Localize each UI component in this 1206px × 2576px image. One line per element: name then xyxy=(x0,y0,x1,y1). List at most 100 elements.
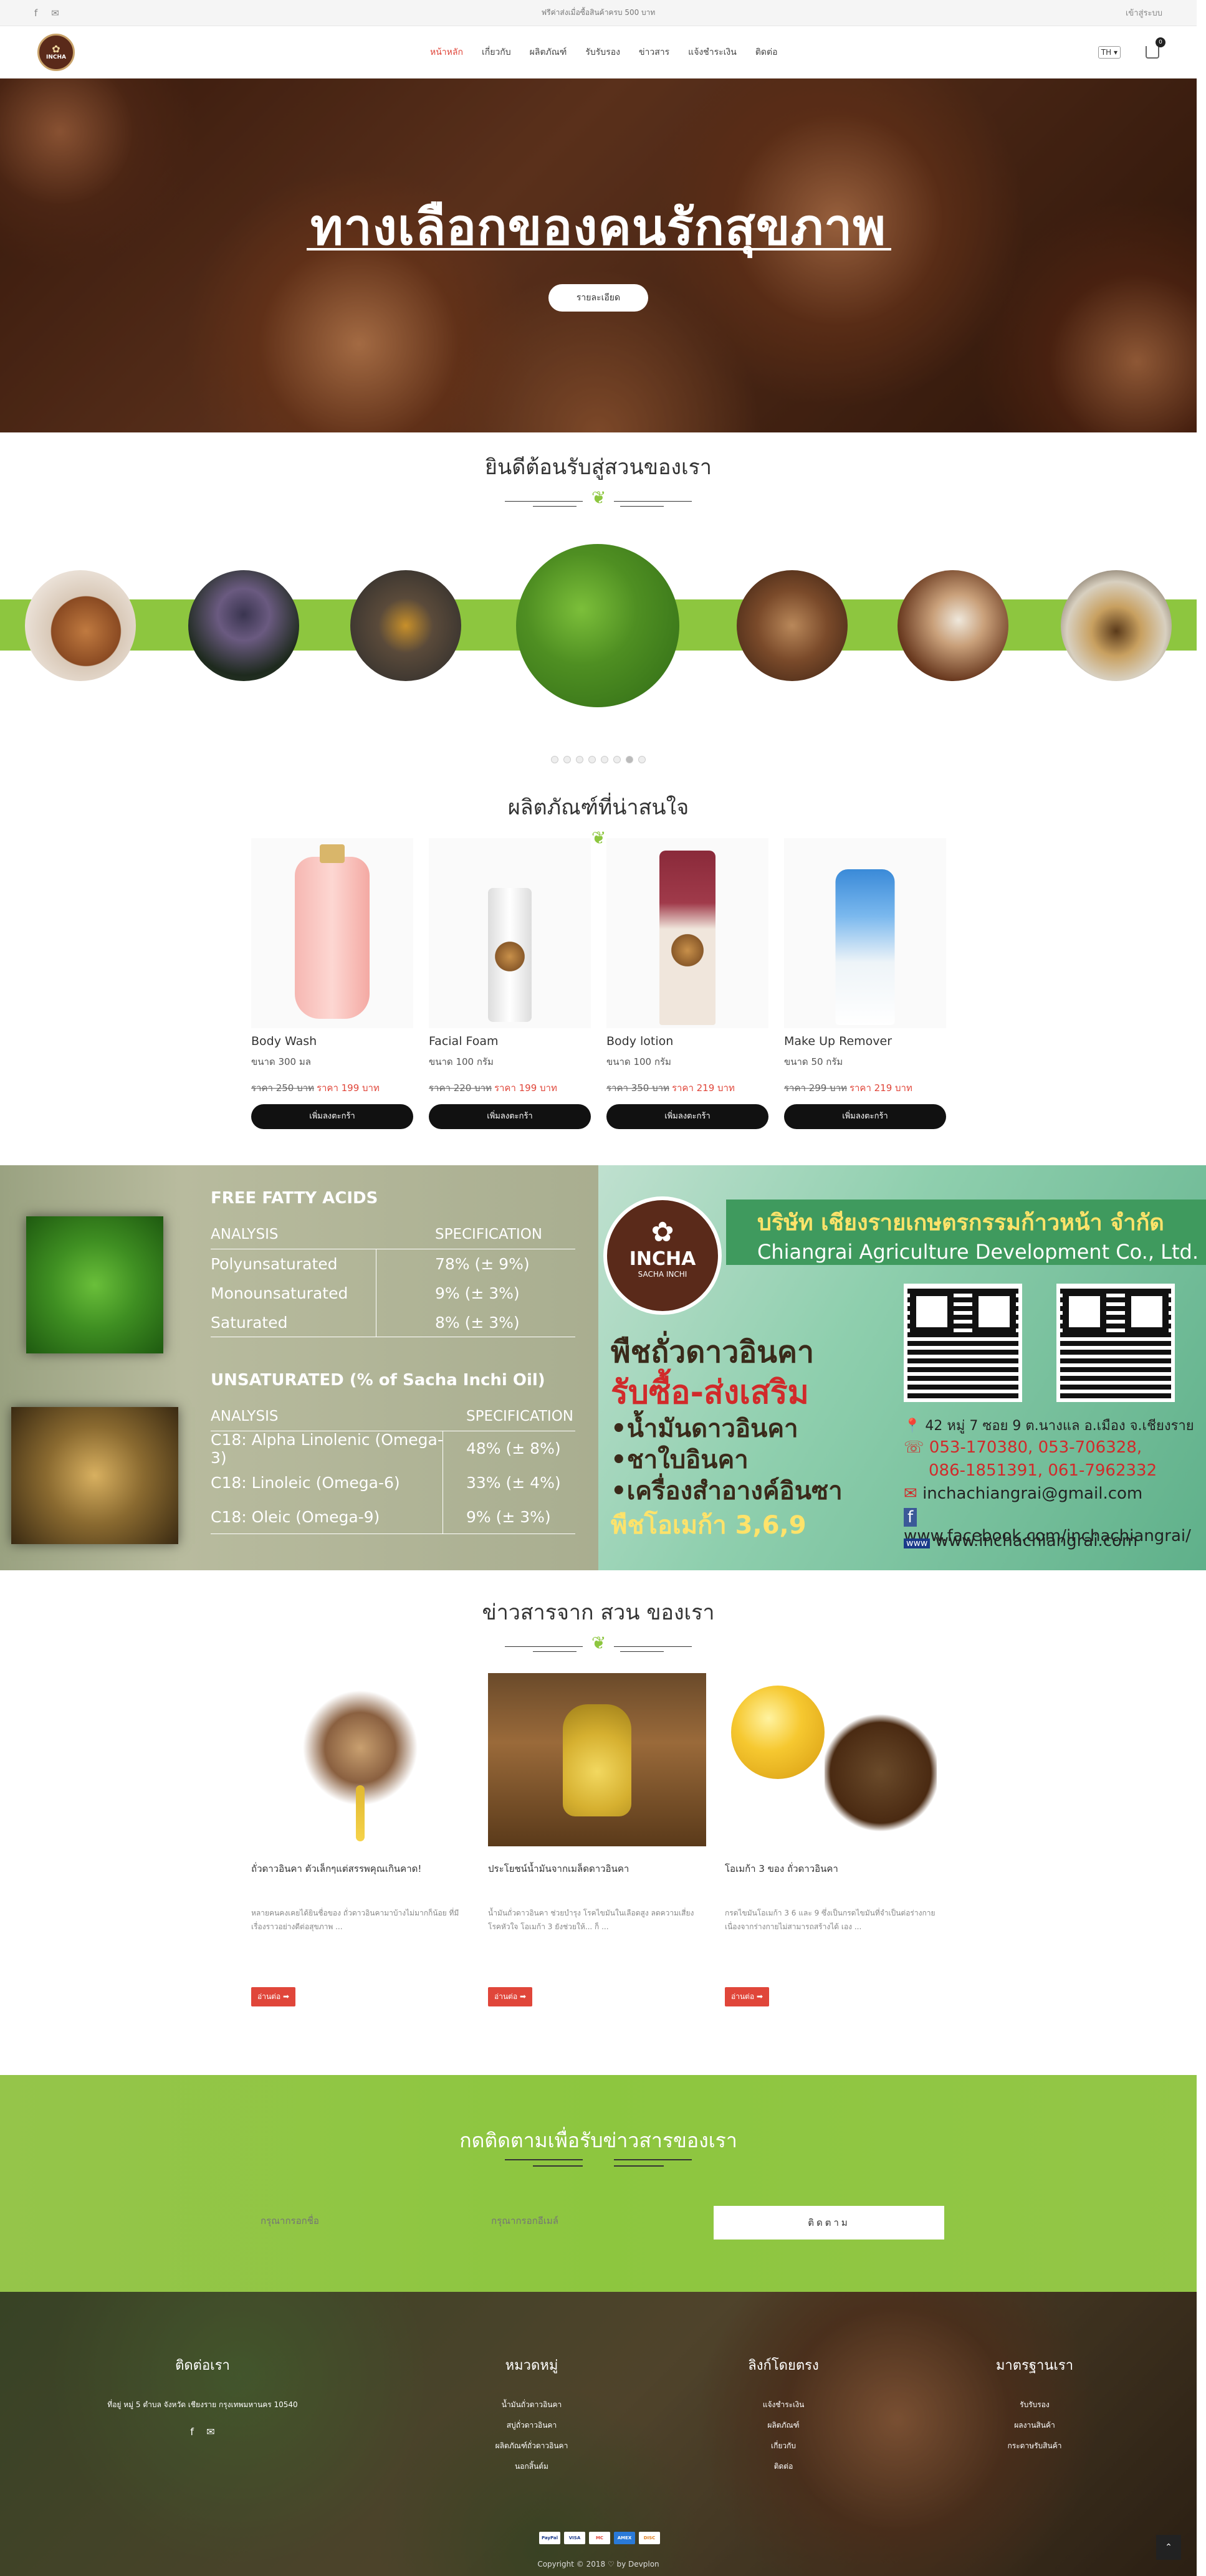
pin-icon: 📍 xyxy=(904,1418,921,1434)
add-to-cart-button[interactable]: เพิ่มลงตะกร้า xyxy=(429,1104,591,1129)
newsletter-section: กดติดตามเพื่อรับข่าวสารของเรา ติดตาม xyxy=(0,2075,1197,2292)
footer-category-link[interactable]: นอกสิ้นต์ม xyxy=(469,2456,594,2477)
menu-item-certificates[interactable]: รับรับรอง xyxy=(585,45,620,59)
hero-details-button[interactable]: รายละเอียด xyxy=(548,284,648,312)
product-grid: Body Wash ขนาด 300 มล ราคา 250 บาท ราคา 1… xyxy=(251,838,946,1129)
footer-contact-title: ติดต่อเรา xyxy=(175,2358,230,2373)
product-name[interactable]: Body Wash xyxy=(251,1034,413,1048)
language-select[interactable]: TH ▾ xyxy=(1098,46,1121,59)
footer-links: ลิงก์โดยตรง แจ้งชำระเงิน ผลิตภัณฑ์ เกี่ย… xyxy=(721,2354,846,2477)
table-cell: C18: Alpha Linolenic (Omega-3) xyxy=(211,1430,443,1467)
footer-link[interactable]: ผลิตภัณฑ์ xyxy=(721,2415,846,2436)
website-value: www.inchachiangrai.com xyxy=(935,1532,1138,1550)
read-more-button[interactable]: อ่านต่อ ➡ xyxy=(725,1987,770,2006)
footer-standard-link[interactable]: รับรับรอง xyxy=(972,2395,1097,2415)
company-name-thai: บริษัท เชียงรายเกษตรกรรมก้าวหน้า จำกัด xyxy=(757,1210,1164,1236)
carousel-dots xyxy=(0,756,1197,763)
product-image[interactable] xyxy=(784,838,946,1028)
site-logo[interactable]: ✿ INCHA xyxy=(37,33,75,71)
old-price: ราคา 350 บาท xyxy=(606,1082,669,1094)
carousel-dot[interactable] xyxy=(563,756,571,763)
footer-category-link[interactable]: น้ำมันถั่วดาวอินคา xyxy=(469,2395,594,2415)
menu-item-payment[interactable]: แจ้งชำระเงิน xyxy=(688,45,737,59)
footer-standards: มาตรฐานเรา รับรับรอง ผลงานสินค้า กระดาษร… xyxy=(972,2354,1097,2456)
subscribe-button[interactable]: ติดตาม xyxy=(714,2206,944,2240)
news-card: ประโยชน์น้ำมันจากเมล็ดดาวอินคา น้ำมันถั่… xyxy=(488,1673,706,2006)
menu-item-news[interactable]: ข่าวสาร xyxy=(639,45,669,59)
gallery-image[interactable] xyxy=(25,570,136,681)
footer-link[interactable]: เกี่ยวกับ xyxy=(721,2436,846,2456)
gallery-image[interactable] xyxy=(188,570,299,681)
table-cell: 33% (± 4%) xyxy=(466,1474,561,1492)
product-image[interactable] xyxy=(251,838,413,1028)
carousel-dot[interactable] xyxy=(588,756,596,763)
gallery-image[interactable] xyxy=(350,570,461,681)
add-to-cart-button[interactable]: เพิ่มลงตะกร้า xyxy=(606,1104,768,1129)
gallery-image[interactable] xyxy=(1061,570,1172,681)
unsaturated-table: ANALYSIS SPECIFICATION C18: Alpha Linolen… xyxy=(211,1402,575,1534)
gallery-image[interactable] xyxy=(737,570,848,681)
carousel-dot[interactable] xyxy=(576,756,583,763)
product-size: ขนาด 300 มล xyxy=(251,1056,311,1067)
gallery-image-active[interactable] xyxy=(516,544,679,707)
menu-item-about[interactable]: เกี่ยวกับ xyxy=(482,45,511,59)
news-title[interactable]: ประโยชน์น้ำมันจากเมล็ดดาวอินคา xyxy=(488,1861,706,1886)
product-name[interactable]: Make Up Remover xyxy=(784,1034,946,1048)
gallery-image[interactable] xyxy=(897,570,1008,681)
paypal-icon: PayPal xyxy=(539,2532,560,2544)
chevron-up-icon: ⌃ xyxy=(1165,2542,1172,2552)
facebook-icon[interactable]: f xyxy=(190,2426,194,2438)
news-image[interactable] xyxy=(251,1673,469,1846)
table-row: C18: Oleic (Omega-9) 9% (± 3%) xyxy=(211,1500,575,1534)
news-title[interactable]: ถั่วดาวอินคา ตัวเล็กๆแต่สรรพคุณเกินคาด! xyxy=(251,1861,469,1886)
table-cell: Saturated xyxy=(211,1314,288,1332)
news-image[interactable] xyxy=(488,1673,706,1846)
products-title: ผลิตภัณฑ์ที่น่าสนใจ xyxy=(507,795,689,820)
carousel-dot[interactable] xyxy=(551,756,558,763)
menu-item-products[interactable]: ผลิตภัณฑ์ xyxy=(530,45,567,59)
carousel-dot[interactable] xyxy=(613,756,621,763)
read-more-button[interactable]: อ่านต่อ ➡ xyxy=(488,1987,533,2006)
add-to-cart-button[interactable]: เพิ่มลงตะกร้า xyxy=(251,1104,413,1129)
news-title: ข่าวสารจาก สวน ของเรา xyxy=(482,1600,715,1625)
cart-icon[interactable]: 0 xyxy=(1146,37,1165,59)
product-name[interactable]: Body lotion xyxy=(606,1034,768,1048)
footer-link[interactable]: ติดต่อ xyxy=(721,2456,846,2477)
site-footer: ติดต่อเรา ที่อยู่ หมู่ 5 ตำบล จังหวัด เช… xyxy=(0,2292,1197,2576)
footer-category-link[interactable]: ผลิตภัณฑ์ถั่วดาวอินคา xyxy=(469,2436,594,2456)
company-name-english: Chiangrai Agriculture Development Co., L… xyxy=(757,1240,1199,1264)
menu-item-home[interactable]: หน้าหลัก xyxy=(430,45,463,59)
carousel-dot[interactable] xyxy=(626,756,633,763)
logo-text: INCHA xyxy=(46,54,66,60)
company-name-bar: บริษัท เชียงรายเกษตรกรรมก้าวหน้า จำกัด C… xyxy=(726,1200,1206,1265)
back-to-top-button[interactable]: ⌃ xyxy=(1156,2535,1181,2560)
table-cell: 9% (± 3%) xyxy=(466,1508,551,1526)
footer-category-link[interactable]: สบู่ถั่วดาวอินคา xyxy=(469,2415,594,2436)
table-row: Polyunsaturated 78% (± 9%) xyxy=(211,1249,575,1279)
company-ad-panel: บริษัท เชียงรายเกษตรกรรมก้าวหน้า จำกัด C… xyxy=(598,1165,1206,1570)
old-price: ราคา 220 บาท xyxy=(429,1082,492,1094)
footer-standard-link[interactable]: ผลงานสินค้า xyxy=(972,2415,1097,2436)
add-to-cart-button[interactable]: เพิ่มลงตะกร้า xyxy=(784,1104,946,1129)
news-card: ถั่วดาวอินคา ตัวเล็กๆแต่สรรพคุณเกินคาด! … xyxy=(251,1673,469,2006)
carousel-dot[interactable] xyxy=(601,756,608,763)
news-title[interactable]: โอเมก้า 3 ของ ถั่วดาวอินคา xyxy=(725,1861,943,1886)
menu-item-contact[interactable]: ติดต่อ xyxy=(755,45,778,59)
carousel-dot[interactable] xyxy=(638,756,646,763)
sale-price: ราคา 219 บาท xyxy=(671,1082,735,1094)
mail-icon: ✉ xyxy=(904,1484,917,1503)
product-image[interactable] xyxy=(429,838,591,1028)
read-more-button[interactable]: อ่านต่อ ➡ xyxy=(251,1987,296,2006)
footer-standard-link[interactable]: กระดาษรับสินค้า xyxy=(972,2436,1097,2456)
product-price: ราคา 220 บาท ราคา 199 บาท xyxy=(429,1080,591,1095)
mail-icon[interactable]: ✉ xyxy=(206,2426,214,2438)
arrow-right-icon: ➡ xyxy=(756,1992,763,2001)
facebook-qr-code xyxy=(904,1284,1022,1402)
news-image[interactable] xyxy=(725,1673,943,1846)
table-row: Monounsaturated 9% (± 3%) xyxy=(211,1279,575,1308)
email-input[interactable] xyxy=(482,2206,700,2237)
name-input[interactable] xyxy=(251,2206,469,2237)
footer-link[interactable]: แจ้งชำระเงิน xyxy=(721,2395,846,2415)
product-image[interactable] xyxy=(606,838,768,1028)
product-name[interactable]: Facial Foam xyxy=(429,1034,591,1048)
